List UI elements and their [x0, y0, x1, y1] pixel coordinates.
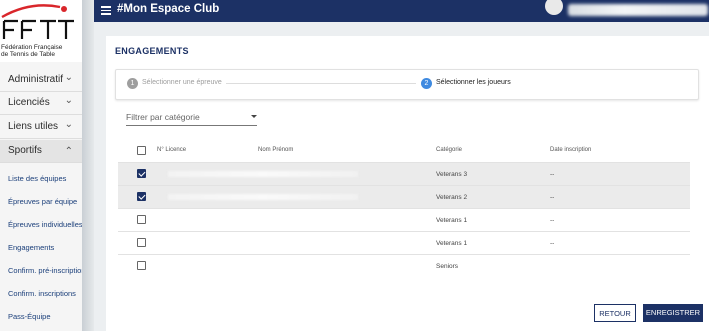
- sidebar-item-liens-utiles[interactable]: Liens utiles ⌄: [0, 116, 82, 139]
- row-checkbox[interactable]: [137, 169, 146, 178]
- row-checkbox[interactable]: [137, 238, 146, 247]
- fftt-logo-mark: [1, 4, 74, 39]
- sidebar-item-label: Administratif: [8, 74, 64, 85]
- logo-line-2: de Tennis de Table: [1, 51, 55, 58]
- sidebar-subitem-confirm-pre-inscriptions[interactable]: Confirm. pré-inscriptions: [8, 266, 89, 275]
- save-button[interactable]: ENREGISTRER: [643, 304, 703, 322]
- chevron-up-icon: ⌃: [64, 146, 73, 157]
- sidebar-item-sportifs[interactable]: Sportifs ⌃: [0, 140, 82, 163]
- chevron-down-icon: ⌄: [64, 95, 73, 106]
- sidebar-subitem-confirm-inscriptions[interactable]: Confirm. inscriptions: [8, 289, 76, 298]
- menu-icon[interactable]: [101, 6, 111, 15]
- table-row[interactable]: Veterans 3 --: [118, 163, 690, 186]
- select-all-checkbox[interactable]: [137, 146, 146, 155]
- step-connector: [226, 83, 416, 84]
- category-filter-select[interactable]: Filtrer par catégorie: [126, 112, 257, 126]
- step-2-number[interactable]: 2: [421, 78, 432, 89]
- sidebar-item-label: Licenciés: [8, 97, 50, 108]
- main-card: ENGAGEMENTS 1 Sélectionner une épreuve 2…: [106, 36, 709, 331]
- header-licence: N° Licence: [157, 147, 187, 153]
- row-category: Veterans 1: [436, 217, 468, 224]
- app-title: #Mon Espace Club: [117, 3, 220, 15]
- step-2-label[interactable]: Sélectionner les joueurs: [436, 79, 511, 86]
- table-row[interactable]: Seniors: [118, 255, 690, 278]
- row-category: Veterans 3: [436, 171, 468, 178]
- sidebar-subitem-epreuves-individuelles[interactable]: Épreuves individuelles: [8, 220, 83, 229]
- category-filter-placeholder: Filtrer par catégorie: [126, 112, 200, 122]
- sidebar-item-licencies[interactable]: Licenciés ⌄: [0, 92, 82, 115]
- table-row[interactable]: Veterans 1 --: [118, 209, 690, 232]
- fftt-logo[interactable]: Fédération Française de Tennis de Table: [0, 0, 82, 62]
- sidebar-subitem-epreuves-equipe[interactable]: Épreuves par équipe: [8, 197, 77, 206]
- row-checkbox[interactable]: [137, 215, 146, 224]
- dropdown-arrow-icon: [251, 115, 257, 118]
- player-redacted: [168, 194, 358, 200]
- step-1-label[interactable]: Sélectionner une épreuve: [142, 79, 222, 86]
- header-category: Catégorie: [436, 147, 463, 153]
- chevron-down-icon: ⌄: [64, 72, 73, 83]
- sidebar-item-label: Sportifs: [8, 145, 42, 156]
- row-category: Veterans 1: [436, 240, 468, 247]
- row-date: --: [550, 240, 555, 247]
- step-1-number[interactable]: 1: [127, 78, 138, 89]
- top-app-bar: #Mon Espace Club: [94, 0, 709, 22]
- player-redacted: [168, 171, 358, 177]
- table-row[interactable]: Veterans 2 --: [118, 186, 690, 209]
- row-date: --: [550, 194, 555, 201]
- row-checkbox[interactable]: [137, 261, 146, 270]
- sidebar-subitem-liste-equipes[interactable]: Liste des équipes: [8, 174, 66, 183]
- logo-line-1: Fédération Française: [1, 44, 63, 51]
- sidebar-scroll-shadow: [82, 0, 94, 331]
- row-category: Veterans 2: [436, 194, 468, 201]
- sidebar-item-label: Liens utiles: [8, 121, 59, 132]
- chevron-down-icon: ⌄: [64, 119, 73, 130]
- sidebar-subitem-pass-equipe[interactable]: Pass-Équipe: [8, 312, 51, 321]
- page-title: ENGAGEMENTS: [115, 46, 189, 56]
- row-date: --: [550, 217, 555, 224]
- user-name-redacted: [568, 4, 708, 16]
- table-row[interactable]: Veterans 1 --: [118, 232, 690, 255]
- row-date: --: [550, 171, 555, 178]
- table-header-row: N° Licence Nom Prénom Catégorie Date ins…: [118, 139, 690, 163]
- stepper: 1 Sélectionner une épreuve 2 Sélectionne…: [115, 69, 699, 100]
- sidebar-item-administratif[interactable]: Administratif ⌄: [0, 69, 82, 92]
- row-category: Seniors: [436, 263, 459, 270]
- sidebar-subitem-engagements[interactable]: Engagements: [8, 243, 54, 252]
- row-checkbox[interactable]: [137, 192, 146, 201]
- header-date: Date inscription: [550, 147, 592, 153]
- sidebar: Fédération Française de Tennis de Table …: [0, 0, 89, 331]
- avatar[interactable]: [545, 0, 563, 15]
- back-button[interactable]: RETOUR: [594, 304, 636, 322]
- header-name: Nom Prénom: [258, 147, 294, 153]
